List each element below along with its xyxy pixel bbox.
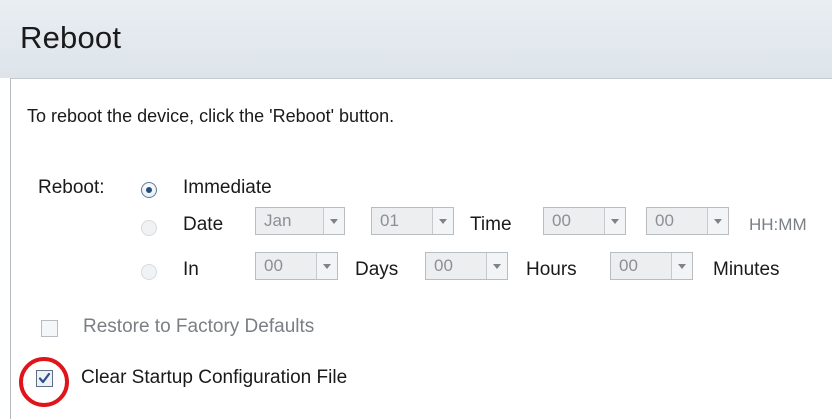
days-select[interactable]: 00	[255, 252, 338, 280]
hour-select[interactable]: 00	[543, 207, 626, 235]
checkmark-icon	[38, 372, 51, 384]
chevron-down-icon	[432, 208, 453, 234]
reboot-label: Reboot:	[38, 177, 105, 198]
immediate-label: Immediate	[183, 177, 272, 198]
minutes-value: 00	[619, 256, 638, 275]
days-value: 00	[264, 256, 283, 275]
page-title: Reboot	[20, 20, 122, 55]
date-label: Date	[183, 214, 224, 235]
chevron-down-icon	[707, 208, 728, 234]
days-label: Days	[355, 259, 399, 280]
clear-startup-label: Clear Startup Configuration File	[81, 367, 348, 388]
clear-startup-checkbox[interactable]	[36, 370, 53, 387]
immediate-radio[interactable]	[141, 182, 157, 198]
hour-value: 00	[552, 211, 571, 230]
minutes-select[interactable]: 00	[610, 252, 693, 280]
chevron-down-icon	[316, 253, 337, 279]
day-select[interactable]: 01	[371, 207, 454, 235]
month-select[interactable]: Jan	[255, 207, 345, 235]
time-format-hint: HH:MM	[749, 215, 807, 234]
minutes-label: Minutes	[713, 259, 780, 280]
minute-select[interactable]: 00	[646, 207, 729, 235]
chevron-down-icon	[486, 253, 507, 279]
page-header: Reboot	[0, 0, 832, 78]
month-value: Jan	[264, 211, 292, 230]
restore-defaults-label: Restore to Factory Defaults	[83, 316, 315, 337]
chevron-down-icon	[604, 208, 625, 234]
instructions-text: To reboot the device, click the 'Reboot'…	[27, 106, 395, 126]
hours-label: Hours	[526, 259, 577, 280]
day-value: 01	[380, 211, 399, 230]
chevron-down-icon	[671, 253, 692, 279]
minute-value: 00	[655, 211, 674, 230]
hours-value: 00	[434, 256, 453, 275]
time-label: Time	[470, 214, 512, 235]
chevron-down-icon	[323, 208, 344, 234]
hours-select[interactable]: 00	[425, 252, 508, 280]
restore-defaults-checkbox[interactable]	[41, 320, 58, 337]
in-label: In	[183, 259, 199, 280]
date-radio[interactable]	[141, 220, 157, 236]
in-radio[interactable]	[141, 264, 157, 280]
